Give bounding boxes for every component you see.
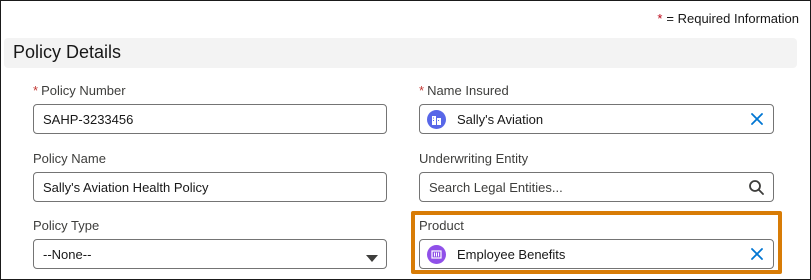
required-star: * bbox=[419, 83, 425, 98]
required-information-text: = Required Information bbox=[666, 11, 799, 26]
building-icon bbox=[427, 110, 446, 129]
policy-number-label-text: Policy Number bbox=[41, 83, 126, 98]
section-title: Policy Details bbox=[13, 42, 122, 62]
product-highlight-box bbox=[411, 211, 782, 274]
underwriting-entity-placeholder: Search Legal Entities... bbox=[429, 180, 563, 195]
required-star: * bbox=[657, 11, 663, 26]
underwriting-entity-label: Underwriting Entity bbox=[419, 151, 529, 166]
name-insured-lookup[interactable]: Sally's Aviation bbox=[419, 104, 774, 134]
name-insured-value: Sally's Aviation bbox=[457, 112, 544, 127]
search-icon[interactable] bbox=[748, 179, 765, 196]
name-insured-label: * Name Insured bbox=[419, 83, 509, 98]
policy-name-value: Sally's Aviation Health Policy bbox=[43, 180, 209, 195]
policy-type-value: --None-- bbox=[43, 247, 92, 262]
policy-details-form: * = Required Information Policy Details *… bbox=[0, 0, 811, 280]
required-star: * bbox=[33, 83, 39, 98]
policy-number-field[interactable]: SAHP-3233456 bbox=[33, 104, 387, 134]
required-information-legend: * = Required Information bbox=[657, 11, 799, 26]
name-insured-label-text: Name Insured bbox=[427, 83, 509, 98]
policy-name-label: Policy Name bbox=[33, 151, 106, 166]
policy-type-select[interactable]: --None-- bbox=[33, 239, 387, 269]
underwriting-entity-search[interactable]: Search Legal Entities... bbox=[419, 172, 774, 202]
policy-number-label: * Policy Number bbox=[33, 83, 126, 98]
policy-type-label: Policy Type bbox=[33, 218, 100, 233]
section-header[interactable]: Policy Details bbox=[4, 38, 797, 68]
policy-name-field[interactable]: Sally's Aviation Health Policy bbox=[33, 172, 387, 202]
policy-number-value: SAHP-3233456 bbox=[43, 112, 134, 127]
clear-name-insured-icon[interactable] bbox=[750, 112, 764, 126]
chevron-down-icon bbox=[366, 251, 378, 262]
